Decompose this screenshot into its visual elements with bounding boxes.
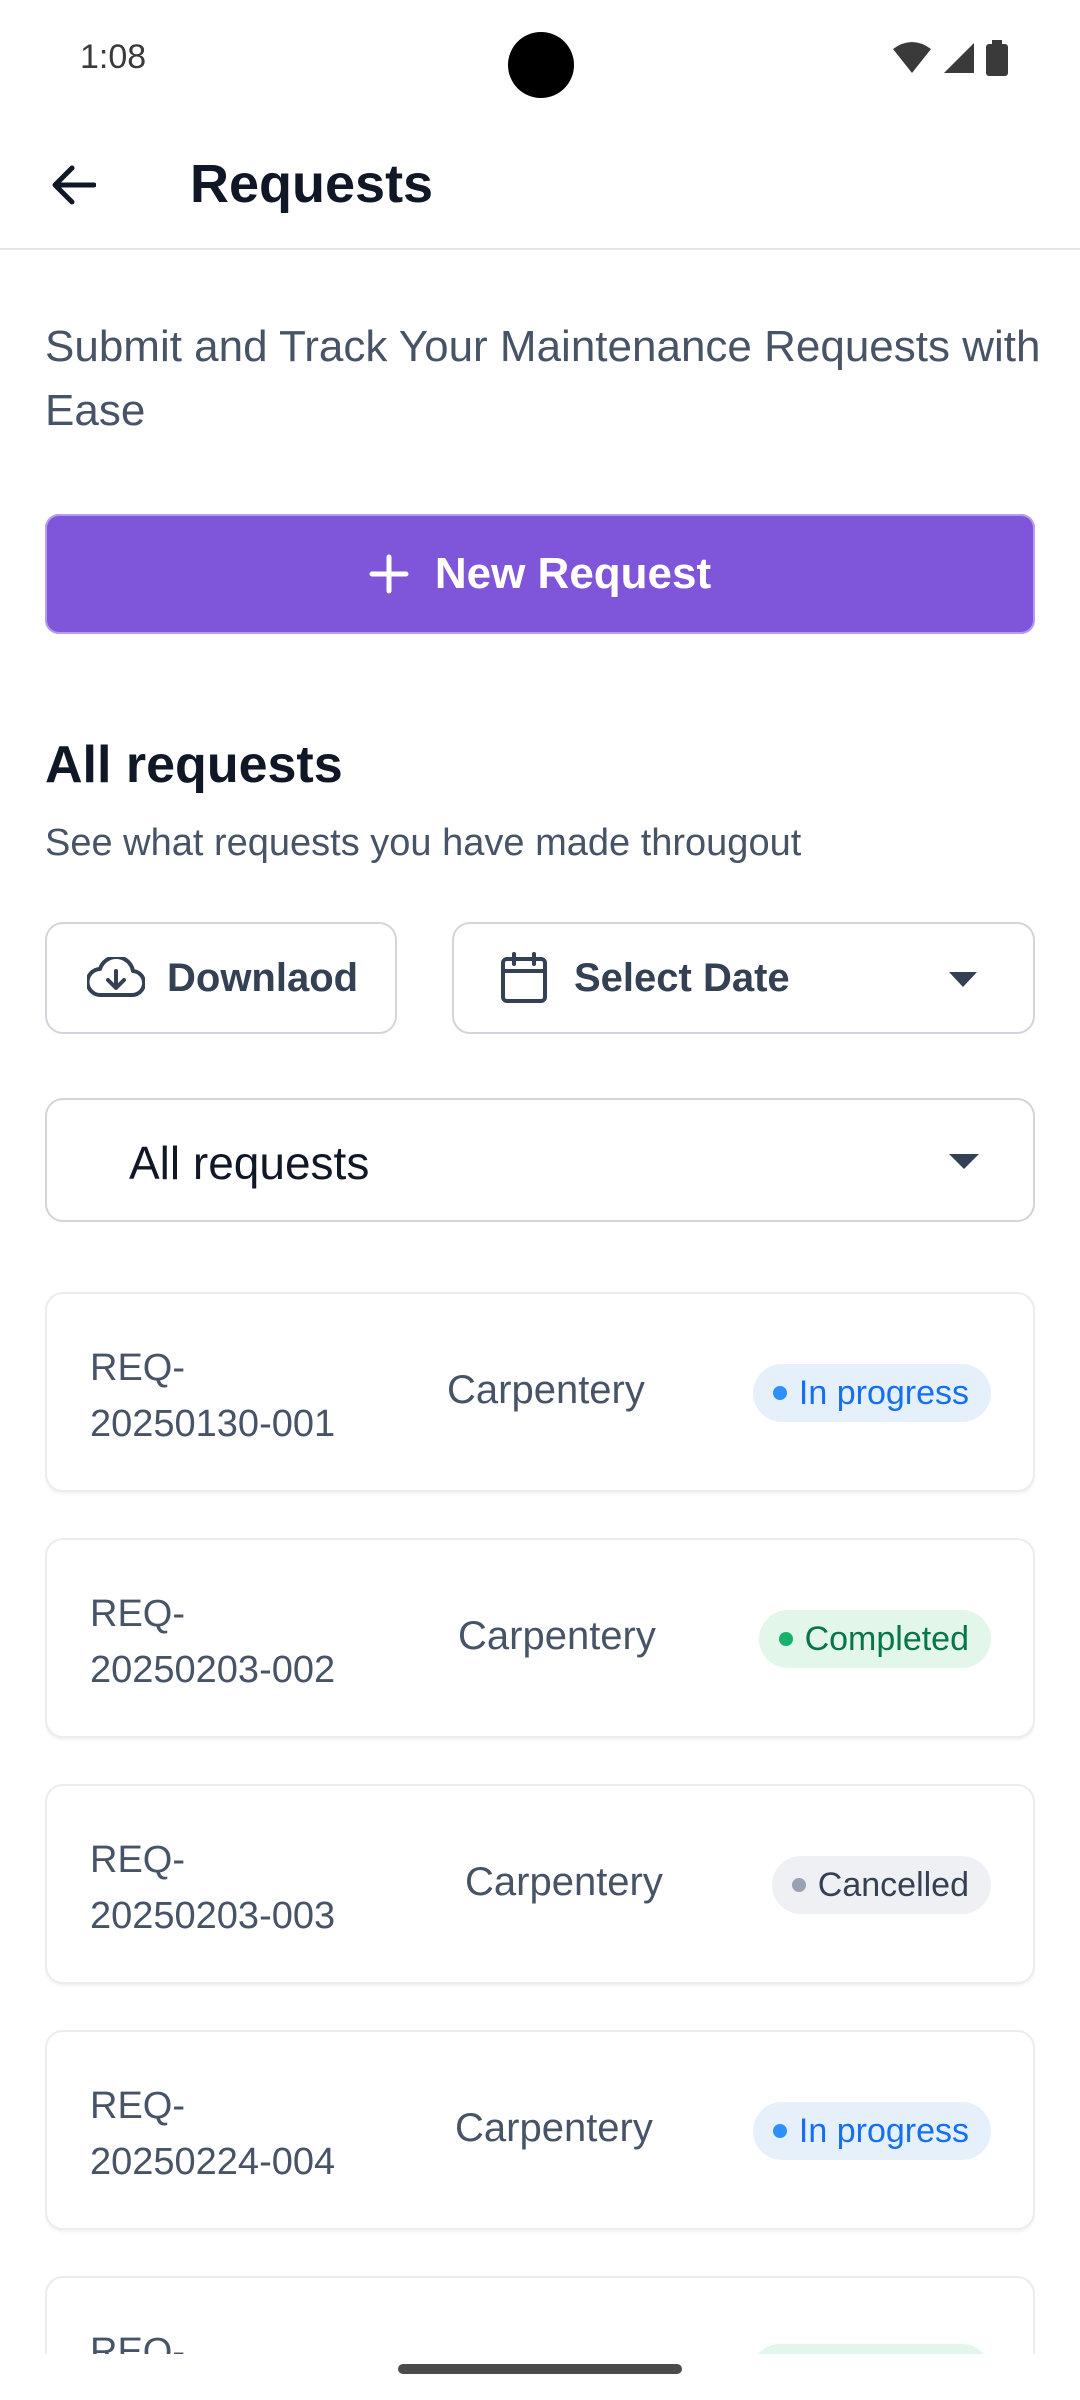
new-request-button[interactable]: New Request bbox=[45, 514, 1035, 634]
status-badge bbox=[751, 2344, 991, 2354]
download-label: Downlaod bbox=[167, 955, 359, 1000]
section-title: All requests bbox=[45, 736, 343, 794]
back-button[interactable] bbox=[36, 148, 110, 222]
status-label: Cancelled bbox=[817, 1865, 969, 1904]
request-category: Carpentery bbox=[455, 2106, 653, 2150]
request-card[interactable]: REQ- 20250203-003 Carpentery Cancelled bbox=[45, 1784, 1035, 1984]
wifi-icon bbox=[893, 42, 931, 73]
status-filter-value: All requests bbox=[129, 1137, 370, 1189]
section-subtitle: See what requests you have made througou… bbox=[45, 822, 802, 864]
status-badge: In progress bbox=[752, 2102, 991, 2160]
plus-icon bbox=[369, 554, 409, 594]
status-filter-select[interactable]: All requests bbox=[45, 1098, 1035, 1222]
page-title: Requests bbox=[190, 154, 434, 214]
camera-cutout bbox=[508, 32, 574, 98]
request-category: Carpentery bbox=[465, 1860, 663, 1904]
battery-icon bbox=[986, 40, 1008, 76]
request-category: Carpentery bbox=[447, 1368, 645, 1412]
status-label: Completed bbox=[804, 1619, 969, 1658]
request-id: REQ- bbox=[90, 2331, 185, 2354]
request-id: REQ- 20250224-004 bbox=[90, 2085, 336, 2183]
status-icons bbox=[892, 40, 1008, 76]
select-date-dropdown[interactable]: Select Date bbox=[452, 922, 1035, 1034]
caret-down-icon bbox=[949, 972, 977, 987]
app-bar: Requests bbox=[0, 120, 1080, 250]
status-badge: Cancelled bbox=[771, 1856, 991, 1914]
status-dot bbox=[772, 2124, 787, 2138]
caret-down-icon bbox=[949, 1154, 979, 1169]
select-date-label: Select Date bbox=[574, 955, 790, 1000]
request-card[interactable]: REQ- bbox=[45, 2276, 1035, 2354]
signal-icon bbox=[944, 43, 974, 73]
status-badge: In progress bbox=[752, 1364, 991, 1422]
page-subtitle: Submit and Track Your Maintenance Reques… bbox=[45, 322, 1041, 435]
request-card[interactable]: REQ- 20250130-001 Carpentery In progress bbox=[45, 1292, 1035, 1492]
request-card[interactable]: REQ- 20250224-004 Carpentery In progress bbox=[45, 2030, 1035, 2230]
request-id: REQ- 20250203-003 bbox=[90, 1839, 336, 1937]
request-id: REQ- 20250203-002 bbox=[90, 1593, 336, 1691]
status-label: In progress bbox=[798, 2111, 969, 2150]
status-dot bbox=[778, 1632, 793, 1646]
status-label: In progress bbox=[798, 1373, 969, 1412]
home-indicator[interactable] bbox=[398, 2364, 682, 2374]
request-category: Carpentery bbox=[458, 1614, 656, 1658]
arrow-back-icon bbox=[52, 165, 96, 205]
new-request-label: New Request bbox=[434, 549, 712, 598]
status-badge: Completed bbox=[758, 1610, 991, 1668]
download-button[interactable]: Downlaod bbox=[45, 922, 397, 1034]
cloud-download-icon bbox=[87, 957, 145, 998]
calendar-icon bbox=[501, 952, 547, 1003]
status-time: 1:08 bbox=[80, 38, 147, 76]
request-id: REQ- 20250130-001 bbox=[90, 1347, 336, 1445]
request-card[interactable]: REQ- 20250203-002 Carpentery Completed bbox=[45, 1538, 1035, 1738]
status-dot bbox=[772, 1386, 787, 1400]
status-dot bbox=[791, 1878, 806, 1892]
status-bar: 1:08 bbox=[0, 0, 1080, 120]
requests-list: REQ- 20250130-001 Carpentery In progress… bbox=[45, 1292, 1035, 2354]
